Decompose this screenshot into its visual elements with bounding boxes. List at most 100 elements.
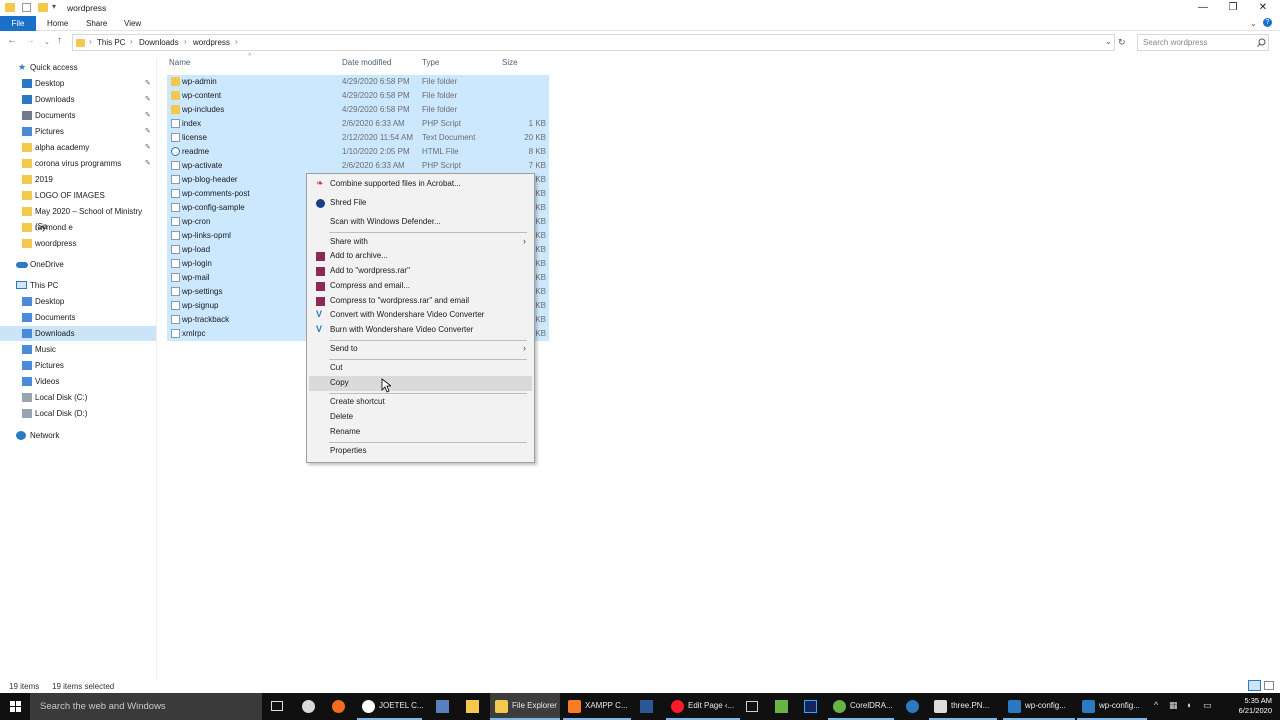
nav-this-pc[interactable]: This PC — [0, 278, 156, 293]
file-row[interactable]: wp-includes 4/29/2020 6:58 PM File folder — [167, 103, 549, 117]
file-row[interactable]: readme 1/10/2020 2:05 PM HTML File 8 KB — [167, 145, 549, 159]
menu-item-compress-email[interactable]: Compress and email... — [309, 279, 532, 294]
menu-item-shred[interactable]: Shred File — [309, 196, 532, 211]
breadcrumb-this-pc[interactable]: This PC — [97, 38, 125, 47]
column-header-date[interactable]: Date modified — [342, 58, 391, 67]
file-row[interactable]: wp-activate 2/6/2020 6:33 AM PHP Script 7 K… — [167, 159, 549, 173]
taskbar-app-chrome[interactable]: JOETEL C... — [357, 693, 424, 720]
details-view-icon[interactable] — [1248, 680, 1261, 691]
nav-quick-item[interactable]: alpha academy ✎ — [0, 140, 156, 155]
app-icon[interactable] — [746, 701, 758, 712]
nav-quick-item[interactable]: woordpress — [0, 236, 156, 251]
breadcrumb-separator-icon[interactable]: › — [235, 37, 238, 46]
expand-ribbon-icon[interactable]: ⌄ — [1250, 19, 1257, 28]
breadcrumb-separator-icon[interactable]: › — [130, 37, 133, 46]
menu-item-convert-wondershare[interactable]: V Convert with Wondershare Video Convert… — [309, 308, 532, 323]
file-row[interactable]: wp-content 4/29/2020 6:58 PM File folder — [167, 89, 549, 103]
nav-network[interactable]: Network — [0, 428, 156, 443]
file-row[interactable]: wp-admin 4/29/2020 6:58 PM File folder — [167, 75, 549, 89]
edge-icon[interactable] — [906, 700, 919, 713]
nav-onedrive[interactable]: OneDrive — [0, 257, 156, 272]
menu-item-add-archive[interactable]: Add to archive... — [309, 249, 532, 264]
address-dropdown-icon[interactable]: ⌄ — [1105, 37, 1112, 46]
nav-pc-item[interactable]: Local Disk (C:) — [0, 390, 156, 405]
tab-home[interactable]: Home — [41, 16, 74, 31]
photoshop-icon[interactable] — [804, 700, 817, 713]
pin-icon[interactable]: ✎ — [145, 108, 151, 123]
search-input[interactable]: Search wordpress — [1137, 34, 1269, 51]
pin-icon[interactable]: ✎ — [145, 124, 151, 139]
minimize-button[interactable]: — — [1188, 0, 1218, 16]
chrome-icon[interactable] — [302, 700, 315, 713]
menu-item-delete[interactable]: Delete — [309, 410, 532, 425]
close-button[interactable]: ✕ — [1248, 0, 1278, 16]
menu-item-create-shortcut[interactable]: Create shortcut — [309, 395, 532, 410]
folder-icon[interactable] — [466, 700, 479, 713]
taskbar-app-wp-config-2[interactable]: wp-config... — [1077, 693, 1147, 720]
refresh-icon[interactable]: ↻ — [1118, 37, 1126, 48]
file-row[interactable]: license 2/12/2020 11:54 AM Text Document 20… — [167, 131, 549, 145]
menu-item-add-rar[interactable]: Add to "wordpress.rar" — [309, 264, 532, 279]
menu-item-compress-rar-email[interactable]: Compress to "wordpress.rar" and email — [309, 294, 532, 309]
taskbar-app-wp-config-1[interactable]: wp-config... — [1003, 693, 1075, 720]
pin-icon[interactable]: ✎ — [145, 156, 151, 171]
nav-quick-item[interactable]: raymond e — [0, 220, 156, 235]
task-view-icon[interactable] — [271, 701, 283, 711]
nav-quick-item[interactable]: May 2020 – School of Ministry (Sp — [0, 204, 156, 231]
nav-pc-item[interactable]: Documents — [0, 310, 156, 325]
breadcrumb-separator-icon[interactable]: › — [184, 37, 187, 46]
volume-icon[interactable]: ◖ — [1186, 700, 1191, 710]
taskbar-app-photos[interactable]: three.PN... — [929, 693, 997, 720]
taskbar-search[interactable]: Search the web and Windows — [30, 693, 262, 720]
firefox-icon[interactable] — [332, 700, 345, 713]
nav-quick-item[interactable]: Pictures ✎ — [0, 124, 156, 139]
tab-share[interactable]: Share — [80, 16, 113, 31]
menu-item-rename[interactable]: Rename — [309, 425, 532, 440]
menu-item-burn-wondershare[interactable]: V Burn with Wondershare Video Converter — [309, 323, 532, 338]
action-center-icon[interactable]: ▭ — [1203, 700, 1212, 711]
menu-item-scan-defender[interactable]: Scan with Windows Defender... — [309, 215, 532, 230]
breadcrumb-downloads[interactable]: Downloads — [139, 38, 179, 47]
menu-item-share-with[interactable]: Share with › — [309, 235, 532, 250]
nav-quick-access[interactable]: ★ Quick access — [0, 60, 156, 75]
tab-view[interactable]: View — [118, 16, 147, 31]
menu-item-copy[interactable]: Copy — [309, 376, 532, 391]
windows-start-icon[interactable] — [10, 701, 21, 712]
nav-quick-item[interactable]: Downloads ✎ — [0, 92, 156, 107]
app-icon[interactable] — [775, 700, 788, 713]
network-status-icon[interactable]: ▦ — [1169, 700, 1178, 711]
recent-locations-icon[interactable]: ⌄ — [44, 38, 50, 46]
pin-icon[interactable]: ✎ — [145, 76, 151, 91]
nav-quick-item[interactable]: Desktop ✎ — [0, 76, 156, 91]
nav-quick-item[interactable]: LOGO OF IMAGES — [0, 188, 156, 203]
menu-item-combine-acrobat[interactable]: ❧ Combine supported files in Acrobat... — [309, 177, 532, 192]
nav-quick-item[interactable]: corona virus programms ✎ — [0, 156, 156, 171]
help-icon[interactable]: ? — [1263, 18, 1272, 27]
nav-pc-item[interactable]: Pictures — [0, 358, 156, 373]
address-bar[interactable]: › This PC › Downloads › wordpress › ⌄ — [72, 34, 1115, 51]
up-arrow-icon[interactable]: ↑ — [57, 35, 62, 46]
app-icon[interactable] — [436, 700, 449, 713]
back-arrow-icon[interactable]: ← — [7, 35, 17, 46]
new-folder-icon[interactable] — [38, 3, 48, 12]
nav-quick-item[interactable]: Documents ✎ — [0, 108, 156, 123]
pin-icon[interactable]: ✎ — [145, 92, 151, 107]
forward-arrow-icon[interactable]: → — [25, 35, 35, 46]
nav-pc-item[interactable]: Music — [0, 342, 156, 357]
file-row[interactable]: index 2/6/2020 6:33 AM PHP Script 1 KB — [167, 117, 549, 131]
menu-item-properties[interactable]: Properties — [309, 444, 532, 459]
column-header-size[interactable]: Size — [502, 58, 518, 67]
taskbar-app-file-explorer[interactable]: File Explorer — [490, 693, 560, 720]
properties-icon[interactable] — [22, 3, 31, 12]
show-hidden-icons-icon[interactable]: ^ — [1154, 700, 1158, 710]
restore-button[interactable]: ❐ — [1218, 0, 1248, 16]
pin-icon[interactable]: ✎ — [145, 140, 151, 155]
tab-file[interactable]: File — [0, 16, 36, 31]
breadcrumb-wordpress[interactable]: wordpress — [193, 38, 230, 47]
menu-item-send-to[interactable]: Send to › — [309, 342, 532, 357]
nav-pc-item[interactable]: Local Disk (D:) — [0, 406, 156, 421]
large-icons-view-icon[interactable] — [1264, 681, 1274, 690]
taskbar-clock[interactable]: 5:35 AM 6/21/2020 — [1228, 696, 1272, 716]
nav-pc-item[interactable]: Downloads — [0, 326, 156, 341]
nav-quick-item[interactable]: 2019 — [0, 172, 156, 187]
